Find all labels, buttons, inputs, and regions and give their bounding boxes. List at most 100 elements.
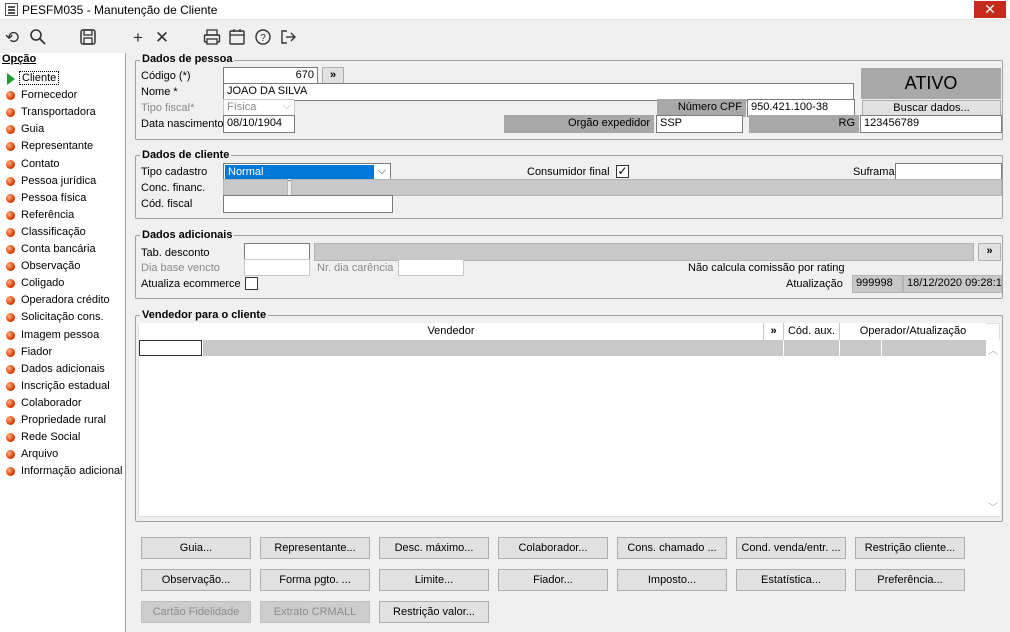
cod-fiscal-field[interactable]	[223, 195, 393, 213]
guia-button[interactable]: Guia...	[141, 537, 251, 559]
chevron-down-icon: ⌵	[282, 100, 291, 112]
bullet-icon	[6, 193, 15, 203]
rg-field[interactable]: 123456789	[860, 115, 1002, 133]
calendar-icon[interactable]	[227, 28, 247, 48]
sidebar-item-label: Dados adicionais	[21, 362, 105, 375]
codigo-label: Código (*)	[141, 70, 191, 82]
sidebar-item-label: Colaborador	[21, 396, 82, 409]
vendedor-name-cell	[203, 340, 783, 356]
cond-venda-entr-button[interactable]: Cond. venda/entr. ...	[736, 537, 846, 559]
atualizacao-user: 999998	[852, 275, 903, 293]
atualiza-ecommerce-label: Atualiza ecommerce	[141, 278, 241, 290]
cod-aux-cell	[784, 340, 839, 356]
column-header-operador[interactable]: Operador/Atualização	[840, 323, 986, 340]
status-badge: ATIVO	[861, 68, 1001, 99]
chevron-down-icon: ⌵	[377, 165, 386, 177]
tipo-cadastro-label: Tipo cadastro	[141, 166, 208, 178]
sidebar-item-label: Pessoa física	[21, 191, 87, 204]
tipo-cadastro-value: Normal	[225, 165, 374, 179]
sidebar-item-label: Propriedade rural	[21, 414, 106, 426]
imposto-button[interactable]: Imposto...	[617, 569, 727, 591]
bullet-icon	[6, 227, 15, 237]
observacao-button[interactable]: Observação...	[141, 569, 251, 591]
options-header: Opção	[2, 53, 37, 65]
suframa-label: Suframa	[853, 166, 895, 178]
buscar-dados-button[interactable]: Buscar dados...	[862, 100, 1001, 116]
save-icon[interactable]	[78, 28, 98, 48]
exit-icon[interactable]	[278, 28, 298, 48]
nr-dia-carencia-field	[398, 259, 464, 276]
desc-maximo-button[interactable]: Desc. máximo...	[379, 537, 489, 559]
atualizacao-label: Atualização	[786, 278, 843, 290]
restricao-valor-button[interactable]: Restrição valor...	[379, 601, 489, 623]
svg-text:?: ?	[260, 33, 266, 44]
sidebar-item-label: Coligado	[21, 277, 65, 290]
group-title-pessoa: Dados de pessoa	[140, 53, 235, 65]
atualizacao-date: 18/12/2020 09:28:1	[903, 275, 1002, 293]
column-header-lookup[interactable]: »	[764, 323, 784, 340]
atualiza-ecommerce-checkbox[interactable]	[245, 277, 258, 290]
conc-financ-label: Conc. financ.	[141, 182, 206, 194]
tab-desconto-label: Tab. desconto	[141, 247, 210, 259]
bullet-icon	[6, 364, 15, 374]
estatistica-button[interactable]: Estatística...	[736, 569, 846, 591]
window-title: PESFM035 - Manutenção de Cliente	[22, 3, 218, 17]
sidebar-item-label: Fornecedor	[21, 89, 78, 102]
column-header-cod-aux[interactable]: Cód. aux.	[784, 323, 840, 340]
sidebar-item-label: Guia	[21, 123, 45, 136]
refresh-icon[interactable]: ⟲	[2, 28, 22, 48]
bullet-icon	[6, 159, 15, 169]
cod-fiscal-label: Cód. fiscal	[141, 198, 193, 210]
group-title-cliente: Dados de cliente	[140, 149, 232, 161]
orgao-expedidor-field[interactable]: SSP	[656, 115, 743, 133]
sidebar-item-label: Transportadora	[21, 106, 96, 119]
bullet-icon	[6, 398, 15, 408]
consumidor-final-checkbox[interactable]: ✓	[616, 165, 629, 178]
print-icon[interactable]	[202, 28, 222, 48]
bullet-icon	[6, 330, 15, 340]
fiador-button[interactable]: Fiador...	[498, 569, 608, 591]
sidebar-item-label: Cliente	[19, 71, 60, 85]
data-nascimento-field[interactable]: 08/10/1904	[223, 115, 295, 133]
sidebar-item-label: Contato	[21, 157, 60, 170]
operador-cell	[840, 340, 881, 356]
tab-desconto-lookup-button[interactable]: »	[978, 243, 1001, 261]
help-icon[interactable]: ?	[253, 28, 273, 48]
scroll-down-icon[interactable]: ﹀	[988, 499, 998, 514]
preferencia-button[interactable]: Preferência...	[855, 569, 965, 591]
orgao-expedidor-label: Orgão expedidor	[504, 115, 654, 133]
nao-calcula-comissao-label: Não calcula comissão por rating	[688, 262, 845, 274]
limite-button[interactable]: Limite...	[379, 569, 489, 591]
search-icon[interactable]	[28, 28, 48, 48]
delete-icon[interactable]: ✕	[152, 28, 172, 48]
sidebar-item-label: Referência	[21, 208, 75, 221]
sidebar-item-label: Observação	[21, 260, 81, 273]
group-title-adicionais: Dados adicionais	[140, 229, 235, 241]
selected-arrow-icon	[7, 73, 15, 85]
bullet-icon	[6, 416, 15, 425]
vendedor-code-cell[interactable]	[139, 340, 202, 356]
rg-label: RG	[749, 115, 859, 133]
add-icon[interactable]: +	[128, 28, 148, 48]
toolbar: ⟲ + ✕ ?	[0, 21, 1010, 53]
tipo-fiscal-value: Física	[227, 101, 257, 113]
nr-dia-carencia-label: Nr. dia carência	[317, 262, 394, 274]
conc-financ-description	[291, 179, 1002, 196]
dia-base-field	[244, 259, 310, 276]
representante-button[interactable]: Representante...	[260, 537, 370, 559]
cons-chamado-button[interactable]: Cons. chamado ...	[617, 537, 727, 559]
group-title-vendedor: Vendedor para o cliente	[140, 309, 269, 321]
extrato-crmall-button: Extrato CRMALL	[260, 601, 370, 623]
sidebar-item-label: Classificação	[21, 225, 86, 238]
conc-financ-code	[223, 179, 288, 196]
close-button[interactable]: ✕	[974, 1, 1006, 18]
bullet-icon	[6, 347, 15, 357]
nome-label: Nome *	[141, 86, 178, 98]
scroll-up-icon[interactable]: ︿	[988, 342, 998, 357]
colaborador-button[interactable]: Colaborador...	[498, 537, 608, 559]
grid-scrollbar[interactable]: ︿ ﹀	[986, 340, 1000, 516]
app-icon	[5, 3, 18, 16]
forma-pgto-button[interactable]: Forma pgto. ...	[260, 569, 370, 591]
column-header-vendedor[interactable]: Vendedor	[139, 323, 764, 340]
restricao-cliente-button[interactable]: Restrição cliente...	[855, 537, 965, 559]
